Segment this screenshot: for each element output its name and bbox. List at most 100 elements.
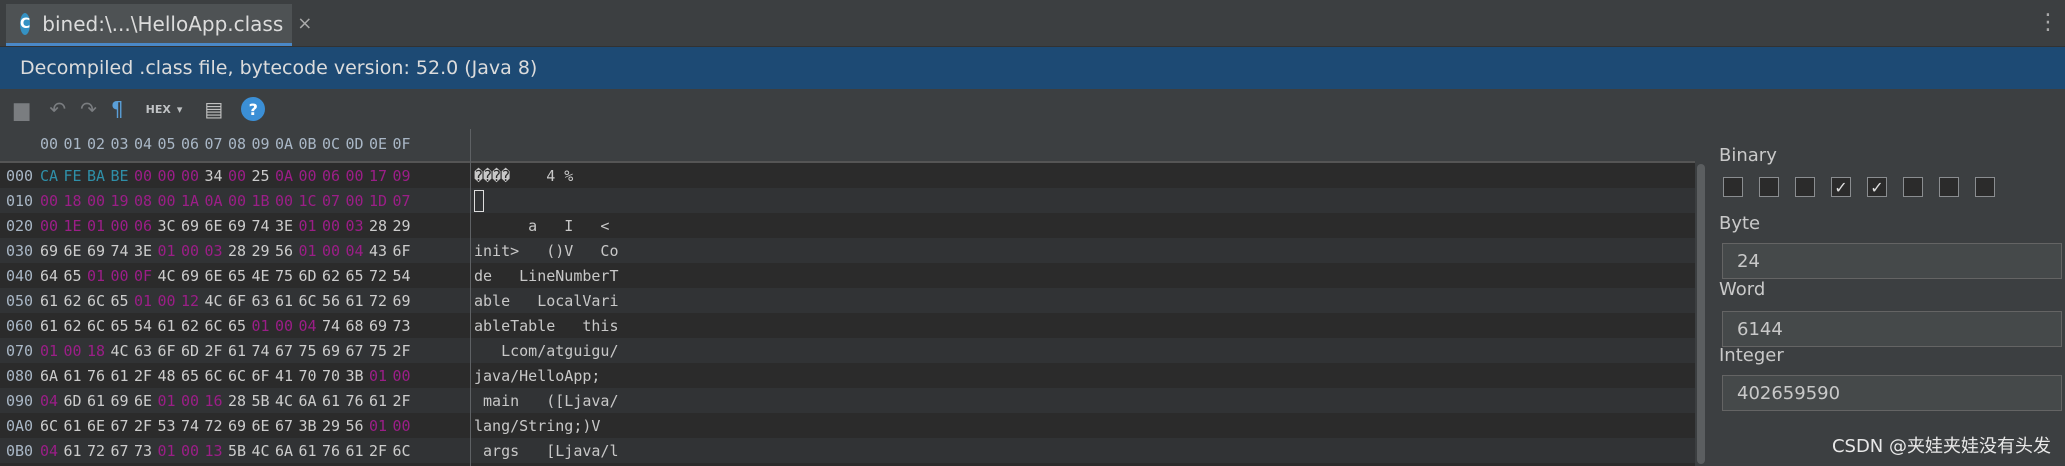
hex-byte[interactable]: 53 <box>158 417 182 435</box>
hex-byte[interactable]: 0A <box>205 192 229 210</box>
hex-byte[interactable]: 00 <box>158 192 182 210</box>
hex-row[interactable]: 000 CA FE BA BE 00 00 00 34 00 25 0A 00 06 00 17 09 ���� … <box>0 163 1695 188</box>
hex-byte[interactable]: 3B <box>299 417 323 435</box>
hex-byte[interactable]: 65 <box>228 267 252 285</box>
more-options-icon[interactable]: ⋮ <box>2037 10 2059 35</box>
hex-byte[interactable]: 64 <box>40 267 64 285</box>
hex-byte[interactable]: 61 <box>369 392 393 410</box>
hex-byte[interactable]: BE <box>111 167 135 185</box>
hex-byte[interactable]: 00 <box>393 367 417 385</box>
hex-byte[interactable]: 61 <box>322 392 346 410</box>
hex-row[interactable]: 040 64 65 01 00 0F 4C 69 6E 65 4E 75 6D 62 65 72 54 de Li… <box>0 263 1695 288</box>
hex-byte[interactable]: 69 <box>87 242 111 260</box>
hex-byte[interactable]: 6F <box>158 342 182 360</box>
hex-byte[interactable]: 69 <box>322 342 346 360</box>
hex-byte[interactable]: 04 <box>346 242 370 260</box>
hex-byte[interactable]: 6E <box>205 267 229 285</box>
bit-checkbox[interactable] <box>1759 177 1779 197</box>
hex-byte[interactable]: 00 <box>64 342 88 360</box>
hex-row[interactable]: 0A0 6C 61 6E 67 2F 53 74 72 69 6E 67 3B 29 56 01 00 lang/… <box>0 413 1695 438</box>
hex-byte[interactable]: 6E <box>64 242 88 260</box>
hex-byte[interactable]: 00 <box>40 217 64 235</box>
hex-row[interactable]: 0B0 04 61 72 67 73 01 00 13 5B 4C 6A 61 76 61 2F 6C args… <box>0 438 1695 463</box>
hex-byte[interactable]: 62 <box>322 267 346 285</box>
hex-row[interactable]: 010 00 18 00 19 08 00 1A 0A 00 1B 00 1C 07 00 1D 07 <box>0 188 1695 213</box>
hex-byte[interactable]: 56 <box>275 242 299 260</box>
hex-byte[interactable]: 72 <box>205 417 229 435</box>
byte-field[interactable]: 24 <box>1722 243 2062 279</box>
word-field[interactable]: 6144 <box>1722 311 2062 347</box>
hex-byte[interactable]: 01 <box>40 342 64 360</box>
hex-row[interactable]: 080 6A 61 76 61 2F 48 65 6C 6C 6F 41 70 70 3B 01 00 java/… <box>0 363 1695 388</box>
hex-byte[interactable]: 69 <box>393 292 417 310</box>
hex-row[interactable]: 050 61 62 6C 65 01 00 12 4C 6F 63 61 6C 56 61 72 69 able … <box>0 288 1695 313</box>
bit-checkbox[interactable] <box>1723 177 1743 197</box>
hex-byte[interactable]: 28 <box>369 217 393 235</box>
hex-byte[interactable]: 61 <box>299 442 323 460</box>
hex-byte[interactable]: 01 <box>87 267 111 285</box>
hex-byte[interactable]: 2F <box>393 392 417 410</box>
hex-byte[interactable]: 41 <box>275 367 299 385</box>
hex-byte[interactable]: 1C <box>299 192 323 210</box>
hex-byte[interactable]: 65 <box>64 267 88 285</box>
undo-icon[interactable]: ↶ <box>49 95 66 123</box>
hex-row[interactable]: 030 69 6E 69 74 3E 01 00 03 28 29 56 01 00 04 43 6F init>… <box>0 238 1695 263</box>
hex-byte[interactable]: 6F <box>393 242 417 260</box>
hex-byte[interactable]: 01 <box>369 367 393 385</box>
hex-byte[interactable]: 70 <box>299 367 323 385</box>
hex-byte[interactable]: 03 <box>205 242 229 260</box>
hex-byte[interactable]: 00 <box>87 192 111 210</box>
hex-byte[interactable]: 43 <box>369 242 393 260</box>
hex-byte[interactable]: 4C <box>111 342 135 360</box>
hex-byte[interactable]: 01 <box>299 217 323 235</box>
hex-byte[interactable]: 01 <box>252 317 276 335</box>
hex-byte[interactable]: 6D <box>181 342 205 360</box>
hex-byte[interactable]: 25 <box>252 167 276 185</box>
hex-byte[interactable]: 76 <box>322 442 346 460</box>
hex-byte[interactable]: 61 <box>64 367 88 385</box>
hex-byte[interactable]: 65 <box>181 367 205 385</box>
hex-byte[interactable]: 1D <box>369 192 393 210</box>
hex-byte[interactable]: 2F <box>393 342 417 360</box>
hex-byte[interactable]: 74 <box>252 342 276 360</box>
hex-byte[interactable]: 61 <box>275 292 299 310</box>
show-unprintables-icon[interactable]: ¶ <box>111 95 124 123</box>
hex-byte[interactable]: 76 <box>346 392 370 410</box>
hex-byte[interactable]: 34 <box>205 167 229 185</box>
hex-byte[interactable]: 00 <box>275 317 299 335</box>
hex-byte[interactable]: 6C <box>87 317 111 335</box>
vertical-scrollbar[interactable] <box>1695 129 1707 466</box>
hex-byte[interactable]: 75 <box>275 267 299 285</box>
hex-byte[interactable]: 65 <box>111 292 135 310</box>
hex-byte[interactable]: 01 <box>369 417 393 435</box>
hex-byte[interactable]: 00 <box>181 442 205 460</box>
hex-byte[interactable]: 03 <box>346 217 370 235</box>
hex-byte[interactable]: 61 <box>346 292 370 310</box>
hex-byte[interactable]: 5B <box>252 392 276 410</box>
hex-byte[interactable]: 6A <box>275 442 299 460</box>
hex-byte[interactable]: 4E <box>252 267 276 285</box>
hex-byte[interactable]: 00 <box>299 167 323 185</box>
hex-byte[interactable]: 72 <box>369 292 393 310</box>
hex-byte[interactable]: 00 <box>181 242 205 260</box>
hex-byte[interactable]: 1A <box>181 192 205 210</box>
hex-byte[interactable]: 2F <box>134 417 158 435</box>
hex-byte[interactable]: 1B <box>252 192 276 210</box>
hex-byte[interactable]: 2F <box>205 342 229 360</box>
hex-byte[interactable]: 6C <box>393 442 417 460</box>
hex-byte[interactable]: 63 <box>252 292 276 310</box>
hex-byte[interactable]: 61 <box>40 317 64 335</box>
hex-byte[interactable]: 61 <box>228 342 252 360</box>
hex-byte[interactable]: 74 <box>111 242 135 260</box>
hex-byte[interactable]: 61 <box>111 367 135 385</box>
hex-byte[interactable]: 69 <box>369 317 393 335</box>
hex-byte[interactable]: 56 <box>346 417 370 435</box>
hex-byte[interactable]: 4C <box>158 267 182 285</box>
hex-byte[interactable]: 56 <box>322 292 346 310</box>
hex-byte[interactable]: 00 <box>228 167 252 185</box>
hex-byte[interactable]: 67 <box>275 417 299 435</box>
hex-row[interactable]: 020 00 1E 01 00 06 3C 69 6E 69 74 3E 01 00 03 28 29 a I … <box>0 213 1695 238</box>
hex-byte[interactable]: 6C <box>205 317 229 335</box>
hex-byte[interactable]: 6C <box>205 367 229 385</box>
hex-byte[interactable]: BA <box>87 167 111 185</box>
